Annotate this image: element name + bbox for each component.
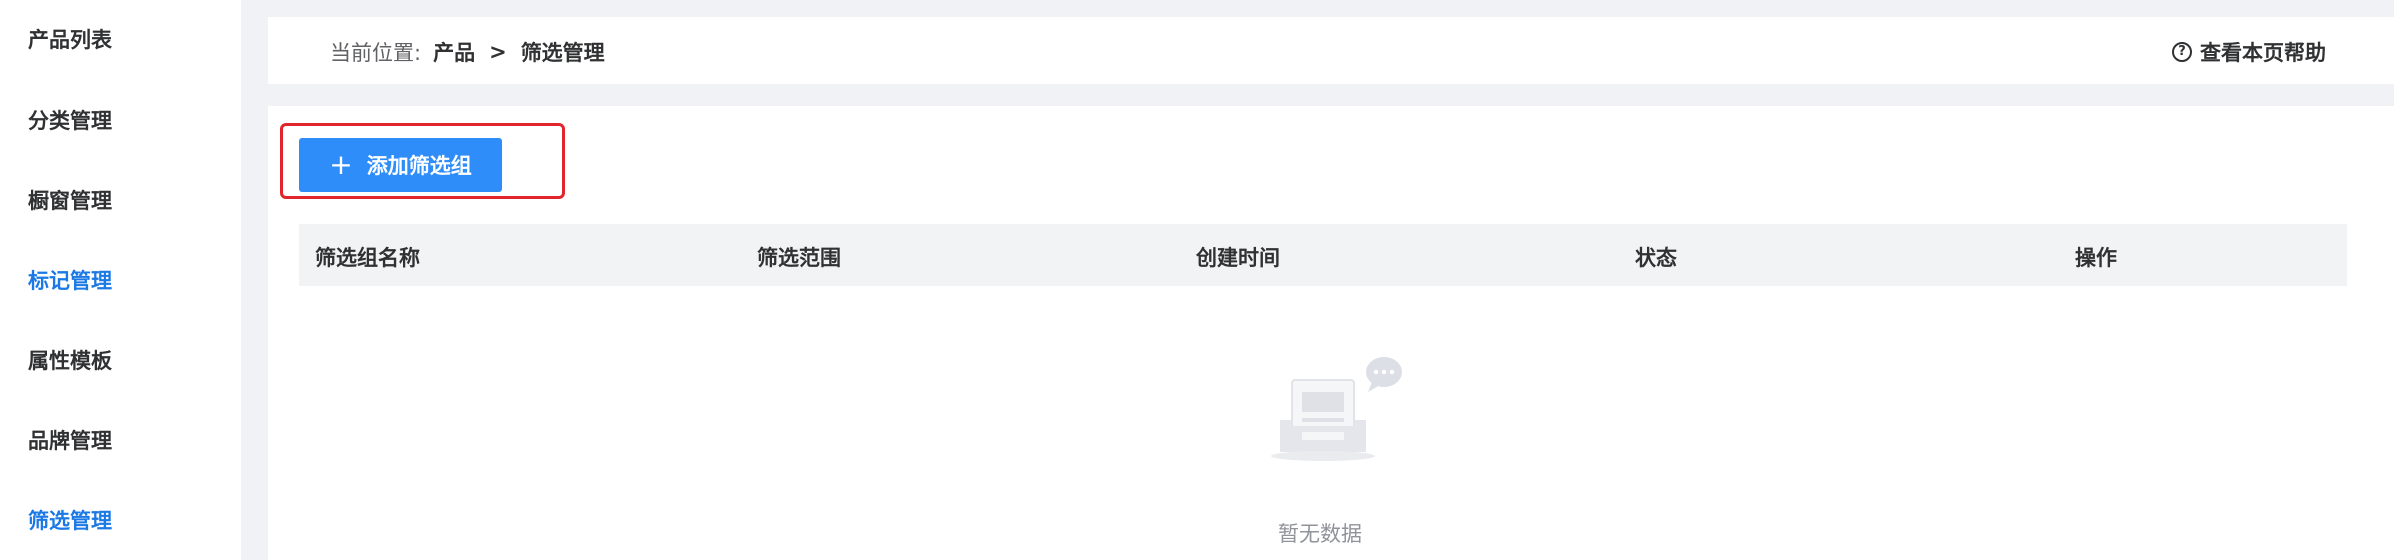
breadcrumb-current: 筛选管理	[520, 41, 605, 65]
help-label: 查看本页帮助	[2200, 41, 2326, 65]
empty-inbox-icon	[1250, 352, 1430, 462]
add-filter-group-button[interactable]: + 添加筛选组	[299, 138, 502, 192]
main-card	[268, 106, 2394, 560]
sidebar-item-tag[interactable]: 标记管理	[28, 265, 112, 295]
column-header-created-time: 创建时间	[1196, 246, 1280, 270]
question-circle-icon: ?	[2172, 42, 2192, 62]
breadcrumb-parent[interactable]: 产品	[433, 37, 475, 67]
column-header-name: 筛选组名称	[315, 246, 420, 270]
sidebar-item-category[interactable]: 分类管理	[28, 105, 112, 135]
breadcrumb-bar: 当前位置: 产品 > 筛选管理 ? 查看本页帮助	[268, 17, 2394, 84]
table-header: 筛选组名称 筛选范围 创建时间 状态 操作	[299, 224, 2347, 286]
column-header-status: 状态	[1635, 246, 1677, 270]
sidebar-item-product-list[interactable]: 产品列表	[28, 24, 112, 54]
breadcrumb-separator: >	[489, 40, 507, 64]
sidebar-item-filter[interactable]: 筛选管理	[28, 505, 112, 535]
sidebar-item-brand[interactable]: 品牌管理	[28, 425, 112, 455]
empty-state-text: 暂无数据	[1278, 522, 1362, 546]
sidebar-item-showcase[interactable]: 橱窗管理	[28, 185, 112, 215]
breadcrumb-prefix: 当前位置:	[330, 41, 422, 65]
sidebar-item-attribute-template[interactable]: 属性模板	[28, 345, 112, 375]
sidebar: 产品列表 分类管理 橱窗管理 标记管理 属性模板 品牌管理 筛选管理	[0, 0, 241, 560]
column-header-range: 筛选范围	[757, 246, 841, 270]
add-filter-group-label: 添加筛选组	[366, 154, 472, 178]
help-link[interactable]: ? 查看本页帮助	[2172, 37, 2326, 67]
breadcrumb: 当前位置: 产品 > 筛选管理	[330, 37, 605, 67]
column-header-actions: 操作	[2075, 246, 2117, 270]
plus-icon: +	[329, 148, 353, 181]
